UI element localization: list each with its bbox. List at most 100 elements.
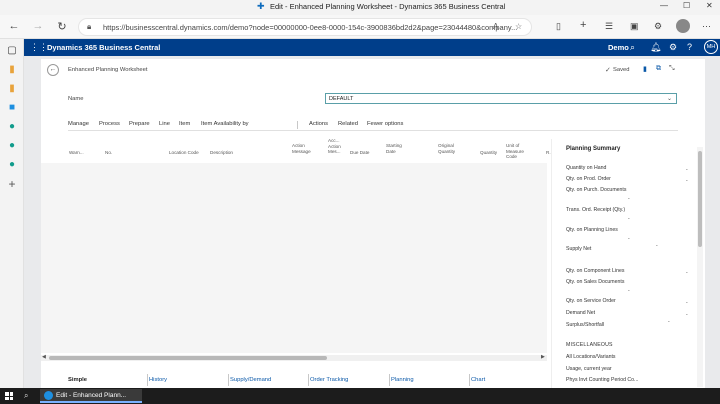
url-text: https://businesscentral.dynamics.com/dem…	[103, 23, 518, 32]
action-manage[interactable]: Manage	[68, 121, 89, 127]
back-icon[interactable]: ←	[7, 20, 21, 32]
action-line[interactable]: Line	[159, 121, 170, 127]
factbox-value[interactable]: -	[668, 319, 670, 325]
column-header[interactable]: Location Code	[169, 150, 199, 156]
tab-separator	[228, 374, 229, 386]
bookmark-icon[interactable]: ▮	[643, 65, 647, 73]
sidebar-app-icon[interactable]: ▮	[6, 83, 18, 95]
column-header[interactable]: Original Quantity	[438, 143, 466, 154]
factbox-value[interactable]: -	[628, 216, 630, 222]
tabs-icon[interactable]: ▢	[6, 45, 18, 57]
factbox-value[interactable]: -	[686, 270, 688, 276]
action-process[interactable]: Process	[99, 121, 120, 127]
collapse-icon[interactable]: ⤡	[669, 65, 675, 73]
factbox-value[interactable]: -	[686, 312, 688, 318]
favorite-star-icon[interactable]: ☆	[515, 22, 522, 31]
name-field[interactable]: DEFAULT ⌄	[325, 93, 677, 104]
tab-chart[interactable]: Chart	[471, 377, 485, 383]
taskbar-search-icon[interactable]: ⌕	[24, 391, 28, 401]
app-launcher-icon[interactable]: ⋮⋮	[30, 42, 48, 53]
chevron-down-icon[interactable]: ⌄	[667, 95, 672, 102]
horizontal-scroll-thumb[interactable]	[49, 356, 327, 360]
tab-separator	[389, 374, 390, 386]
user-avatar[interactable]: MH	[704, 40, 718, 54]
action-item-availability[interactable]: Item Availability by	[201, 121, 249, 127]
tab-history[interactable]: History	[149, 377, 167, 383]
bc-header: ⋮⋮ Dynamics 365 Business Central Demo ⌕ …	[24, 39, 720, 56]
factbox-value[interactable]: -	[628, 288, 630, 294]
favorites-icon[interactable]: ☰	[605, 21, 613, 32]
factbox-value[interactable]: -	[686, 178, 688, 184]
action-item[interactable]: Item	[179, 121, 190, 127]
column-header[interactable]: Acc... Action Mes...	[328, 138, 350, 155]
collections-icon[interactable]: ▣	[630, 21, 639, 32]
company-name[interactable]: Demo	[608, 43, 629, 52]
scroll-right-arrow-icon[interactable]: ▶	[541, 354, 545, 360]
column-header[interactable]: Warn...	[69, 150, 84, 156]
help-icon[interactable]: ?	[687, 42, 692, 52]
sidebar-app-icon[interactable]: ■	[6, 102, 18, 114]
business-central-logo-icon: ✚	[257, 1, 265, 11]
worksheet-lines-grid[interactable]	[41, 163, 547, 353]
maximize-button[interactable]: ☐	[683, 1, 690, 10]
factbox-item: Quantity on Hand	[566, 165, 607, 171]
add-tab-icon[interactable]: +	[580, 19, 586, 31]
column-header[interactable]: Quantity	[480, 150, 497, 156]
factbox-value[interactable]: -	[656, 243, 658, 249]
close-window-button[interactable]: ✕	[706, 1, 713, 10]
scroll-left-arrow-icon[interactable]: ◀	[42, 354, 46, 360]
action-actions[interactable]: Actions	[309, 121, 328, 127]
checkmark-icon: ✓	[605, 67, 611, 74]
back-arrow-icon[interactable]: ←	[47, 64, 59, 76]
settings-gear-icon[interactable]: ⚙	[669, 42, 677, 53]
sidebar-app-icon[interactable]: ●	[6, 121, 18, 133]
factbox-scroll-thumb[interactable]	[698, 151, 702, 247]
column-header[interactable]: Description	[210, 150, 233, 156]
factbox-item: Qty. on Purch. Documents	[566, 187, 627, 193]
browser-profile-avatar[interactable]	[676, 19, 690, 33]
action-related[interactable]: Related	[338, 121, 358, 127]
factbox-item: Demand Net	[566, 310, 596, 316]
action-fewer-options[interactable]: Fewer options	[367, 121, 403, 127]
windows-start-icon[interactable]	[5, 392, 13, 400]
browser-menu-icon[interactable]: ⋯	[702, 21, 711, 32]
factbox-item: Supply Net	[566, 246, 592, 252]
notification-bell-icon[interactable]: 🔔︎	[650, 42, 661, 53]
sidebar-app-icon[interactable]: ●	[6, 159, 18, 171]
minimize-button[interactable]: —	[660, 1, 668, 10]
column-header[interactable]: Action Message	[292, 143, 318, 154]
factbox-item: Qty. on Component Lines	[566, 268, 625, 274]
saved-status: Saved	[613, 67, 630, 73]
read-aloud-icon[interactable]: A	[493, 22, 498, 31]
taskbar-app-label: Edit - Enhanced Plann...	[56, 392, 127, 399]
column-header[interactable]: No.	[105, 150, 112, 156]
column-header[interactable]: Due Date	[350, 150, 369, 156]
app-name[interactable]: Dynamics 365 Business Central	[47, 43, 160, 52]
window-title: Edit - Enhanced Planning Worksheet - Dyn…	[270, 2, 506, 11]
tab-planning[interactable]: Planning	[391, 377, 414, 383]
url-field[interactable]: 🔒︎ https://businesscentral.dynamics.com/…	[78, 18, 532, 36]
open-new-window-icon[interactable]: ⧉	[656, 65, 661, 73]
sidebar-app-icon[interactable]: ▮	[6, 64, 18, 76]
planning-summary-factbox: Planning Summary Quantity on Hand - Qty.…	[551, 139, 705, 388]
search-icon[interactable]: ⌕	[630, 42, 635, 53]
factbox-value[interactable]: -	[686, 167, 688, 173]
extensions-icon[interactable]: ⚙	[654, 21, 662, 32]
factbox-value[interactable]: -	[686, 300, 688, 306]
tab-order-tracking[interactable]: Order Tracking	[310, 377, 348, 383]
page-area: ← Enhanced Planning Worksheet ✓ Saved ▮ …	[24, 56, 720, 388]
sidebar-app-icon[interactable]: ●	[6, 140, 18, 152]
split-screen-icon[interactable]: ▯	[556, 21, 561, 32]
add-sidebar-app-icon[interactable]: +	[6, 178, 18, 190]
forward-icon[interactable]: →	[31, 20, 45, 32]
tab-simple[interactable]: Simple	[68, 377, 87, 383]
tab-supply-demand[interactable]: Supply/Demand	[230, 377, 271, 383]
taskbar-edge-app[interactable]: Edit - Enhanced Plann...	[40, 389, 142, 403]
factbox-value[interactable]: -	[628, 236, 630, 242]
column-header[interactable]: Unit of Measure Code	[506, 143, 536, 160]
column-header[interactable]: Starting Date	[386, 143, 410, 154]
action-prepare[interactable]: Prepare	[129, 121, 150, 127]
factbox-value[interactable]: -	[628, 196, 630, 202]
action-separator	[297, 121, 298, 129]
refresh-icon[interactable]: ↻	[55, 20, 69, 33]
